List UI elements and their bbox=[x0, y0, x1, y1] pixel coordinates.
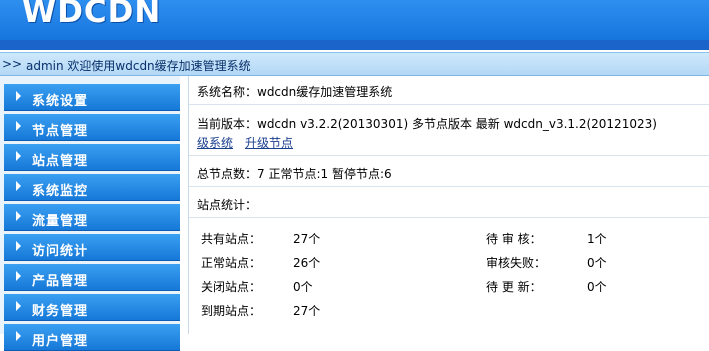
site-stats-table: 共有站点： 27个 待 审 核： 1个 正常站点： 26个 审核失败： 0个 关… bbox=[189, 218, 709, 334]
stat-label: 待 更 新： bbox=[486, 280, 542, 294]
header-band bbox=[0, 40, 709, 50]
node-counts: 总节点数：7 正常节点:1 暂停节点:6 bbox=[197, 167, 392, 181]
main-content: 系统名称：wdcdn缓存加速管理系统 当前版本：wdcdn v3.2.2(201… bbox=[188, 76, 709, 334]
breadcrumb-arrows: >> bbox=[2, 57, 23, 71]
system-name: 系统名称：wdcdn缓存加速管理系统 bbox=[197, 85, 393, 99]
sidebar-item-site-management[interactable]: 站点管理 bbox=[4, 144, 180, 171]
sidebar-item-label: 系统监控 bbox=[32, 184, 89, 199]
triangle-right-icon bbox=[16, 151, 21, 161]
sidebar-item-label: 访问统计 bbox=[32, 244, 89, 259]
triangle-right-icon bbox=[16, 211, 21, 221]
sidebar-item-label: 财务管理 bbox=[32, 304, 89, 319]
triangle-right-icon bbox=[16, 241, 21, 251]
stat-value: 1个 bbox=[587, 232, 607, 246]
sidebar-item-system-monitor[interactable]: 系统监控 bbox=[4, 174, 180, 201]
sidebar-item-node-management[interactable]: 节点管理 bbox=[4, 114, 180, 141]
stat-label: 到期站点： bbox=[201, 304, 262, 318]
sidebar-item-label: 用户管理 bbox=[32, 334, 89, 349]
header-bar: WDCDN bbox=[0, 0, 709, 50]
stat-value: 0个 bbox=[293, 280, 313, 294]
stat-value: 0个 bbox=[587, 280, 607, 294]
logo: WDCDN bbox=[22, 0, 162, 30]
stat-label: 关闭站点： bbox=[201, 280, 262, 294]
stat-value: 27个 bbox=[293, 232, 321, 246]
triangle-right-icon bbox=[16, 331, 21, 341]
sidebar-item-finance-management[interactable]: 财务管理 bbox=[4, 294, 180, 321]
node-count-row: 总节点数：7 正常节点:1 暂停节点:6 bbox=[189, 156, 709, 187]
sidebar-item-access-statistics[interactable]: 访问统计 bbox=[4, 234, 180, 261]
stat-value: 0个 bbox=[587, 256, 607, 270]
version-row: 当前版本：wdcdn v3.2.2(20130301) 多节点版本 最新 wdc… bbox=[189, 105, 709, 156]
system-name-row: 系统名称：wdcdn缓存加速管理系统 bbox=[189, 76, 709, 105]
sidebar: 系统设置 节点管理 站点管理 系统监控 流量管理 访问统计 产品管理 财务管理 … bbox=[0, 76, 180, 351]
triangle-right-icon bbox=[16, 271, 21, 281]
sidebar-item-user-management[interactable]: 用户管理 bbox=[4, 324, 180, 351]
sidebar-item-label: 站点管理 bbox=[32, 154, 89, 169]
site-stats-title: 站点统计： bbox=[197, 198, 258, 212]
welcome-message: admin 欢迎使用wdcdn缓存加速管理系统 bbox=[26, 59, 251, 73]
stat-value: 27个 bbox=[293, 304, 321, 318]
sidebar-item-traffic-management[interactable]: 流量管理 bbox=[4, 204, 180, 231]
sidebar-item-label: 系统设置 bbox=[32, 94, 89, 109]
sidebar-item-label: 节点管理 bbox=[32, 124, 89, 139]
site-stats-title-row: 站点统计： bbox=[189, 187, 709, 218]
sidebar-item-label: 流量管理 bbox=[32, 214, 89, 229]
stat-value: 26个 bbox=[293, 256, 321, 270]
sidebar-item-product-management[interactable]: 产品管理 bbox=[4, 264, 180, 291]
upgrade-node-link[interactable]: 升级节点 bbox=[245, 134, 293, 151]
welcome-bar: >> admin 欢迎使用wdcdn缓存加速管理系统 bbox=[0, 52, 709, 76]
triangle-right-icon bbox=[16, 91, 21, 101]
version-text: 当前版本：wdcdn v3.2.2(20130301) 多节点版本 最新 wdc… bbox=[197, 117, 657, 131]
triangle-right-icon bbox=[16, 301, 21, 311]
sidebar-item-label: 产品管理 bbox=[32, 274, 89, 289]
stat-label: 待 审 核： bbox=[486, 232, 542, 246]
triangle-right-icon bbox=[16, 121, 21, 131]
stat-label: 审核失败： bbox=[486, 256, 547, 270]
stat-label: 共有站点： bbox=[201, 232, 262, 246]
upgrade-system-link[interactable]: 级系统 bbox=[197, 134, 233, 151]
stat-label: 正常站点： bbox=[201, 256, 262, 270]
sidebar-item-system-settings[interactable]: 系统设置 bbox=[4, 84, 180, 111]
triangle-right-icon bbox=[16, 181, 21, 191]
